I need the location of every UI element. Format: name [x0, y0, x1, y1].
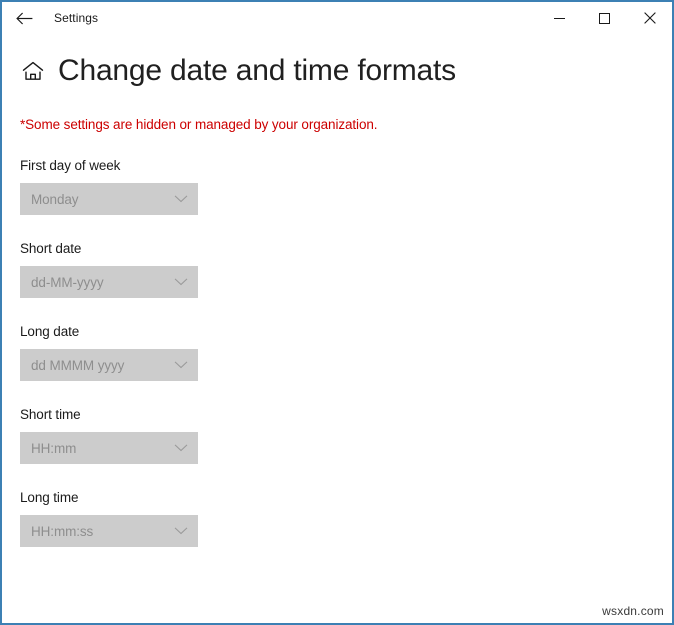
dropdown-long-date[interactable]: dd MMMM yyyy	[20, 349, 198, 381]
dropdown-value-short-time: HH:mm	[31, 441, 76, 456]
maximize-button[interactable]	[582, 2, 627, 34]
back-button[interactable]	[2, 2, 46, 34]
minimize-button[interactable]	[537, 2, 582, 34]
dropdown-long-time[interactable]: HH:mm:ss	[20, 515, 198, 547]
close-button[interactable]	[627, 2, 672, 34]
app-title: Settings	[54, 11, 98, 25]
label-first-day-of-week: First day of week	[20, 158, 672, 173]
field-group-first-day-of-week: First day of week Monday	[20, 158, 672, 215]
chevron-down-icon	[174, 527, 188, 536]
home-icon[interactable]	[20, 58, 46, 84]
chevron-down-icon	[174, 361, 188, 370]
dropdown-short-date[interactable]: dd-MM-yyyy	[20, 266, 198, 298]
field-group-short-date: Short date dd-MM-yyyy	[20, 241, 672, 298]
dropdown-first-day-of-week[interactable]: Monday	[20, 183, 198, 215]
dropdown-value-long-date: dd MMMM yyyy	[31, 358, 124, 373]
dropdown-short-time[interactable]: HH:mm	[20, 432, 198, 464]
organization-warning: *Some settings are hidden or managed by …	[20, 117, 672, 132]
field-group-short-time: Short time HH:mm	[20, 407, 672, 464]
label-long-time: Long time	[20, 490, 672, 505]
label-short-date: Short date	[20, 241, 672, 256]
minimize-icon	[554, 13, 565, 24]
dropdown-value-first-day-of-week: Monday	[31, 192, 78, 207]
label-short-time: Short time	[20, 407, 672, 422]
settings-content: *Some settings are hidden or managed by …	[2, 117, 672, 547]
dropdown-value-short-date: dd-MM-yyyy	[31, 275, 104, 290]
field-group-long-time: Long time HH:mm:ss	[20, 490, 672, 547]
close-icon	[644, 12, 656, 24]
back-arrow-icon	[16, 12, 33, 25]
chevron-down-icon	[174, 444, 188, 453]
label-long-date: Long date	[20, 324, 672, 339]
settings-window: Settings	[0, 0, 674, 625]
title-bar: Settings	[2, 2, 672, 34]
page-title: Change date and time formats	[58, 56, 456, 86]
page-header: Change date and time formats	[2, 34, 672, 86]
watermark: wsxdn.com	[602, 604, 664, 618]
dropdown-value-long-time: HH:mm:ss	[31, 524, 93, 539]
field-group-long-date: Long date dd MMMM yyyy	[20, 324, 672, 381]
maximize-icon	[599, 13, 610, 24]
window-caption-buttons	[537, 2, 672, 34]
chevron-down-icon	[174, 195, 188, 204]
chevron-down-icon	[174, 278, 188, 287]
